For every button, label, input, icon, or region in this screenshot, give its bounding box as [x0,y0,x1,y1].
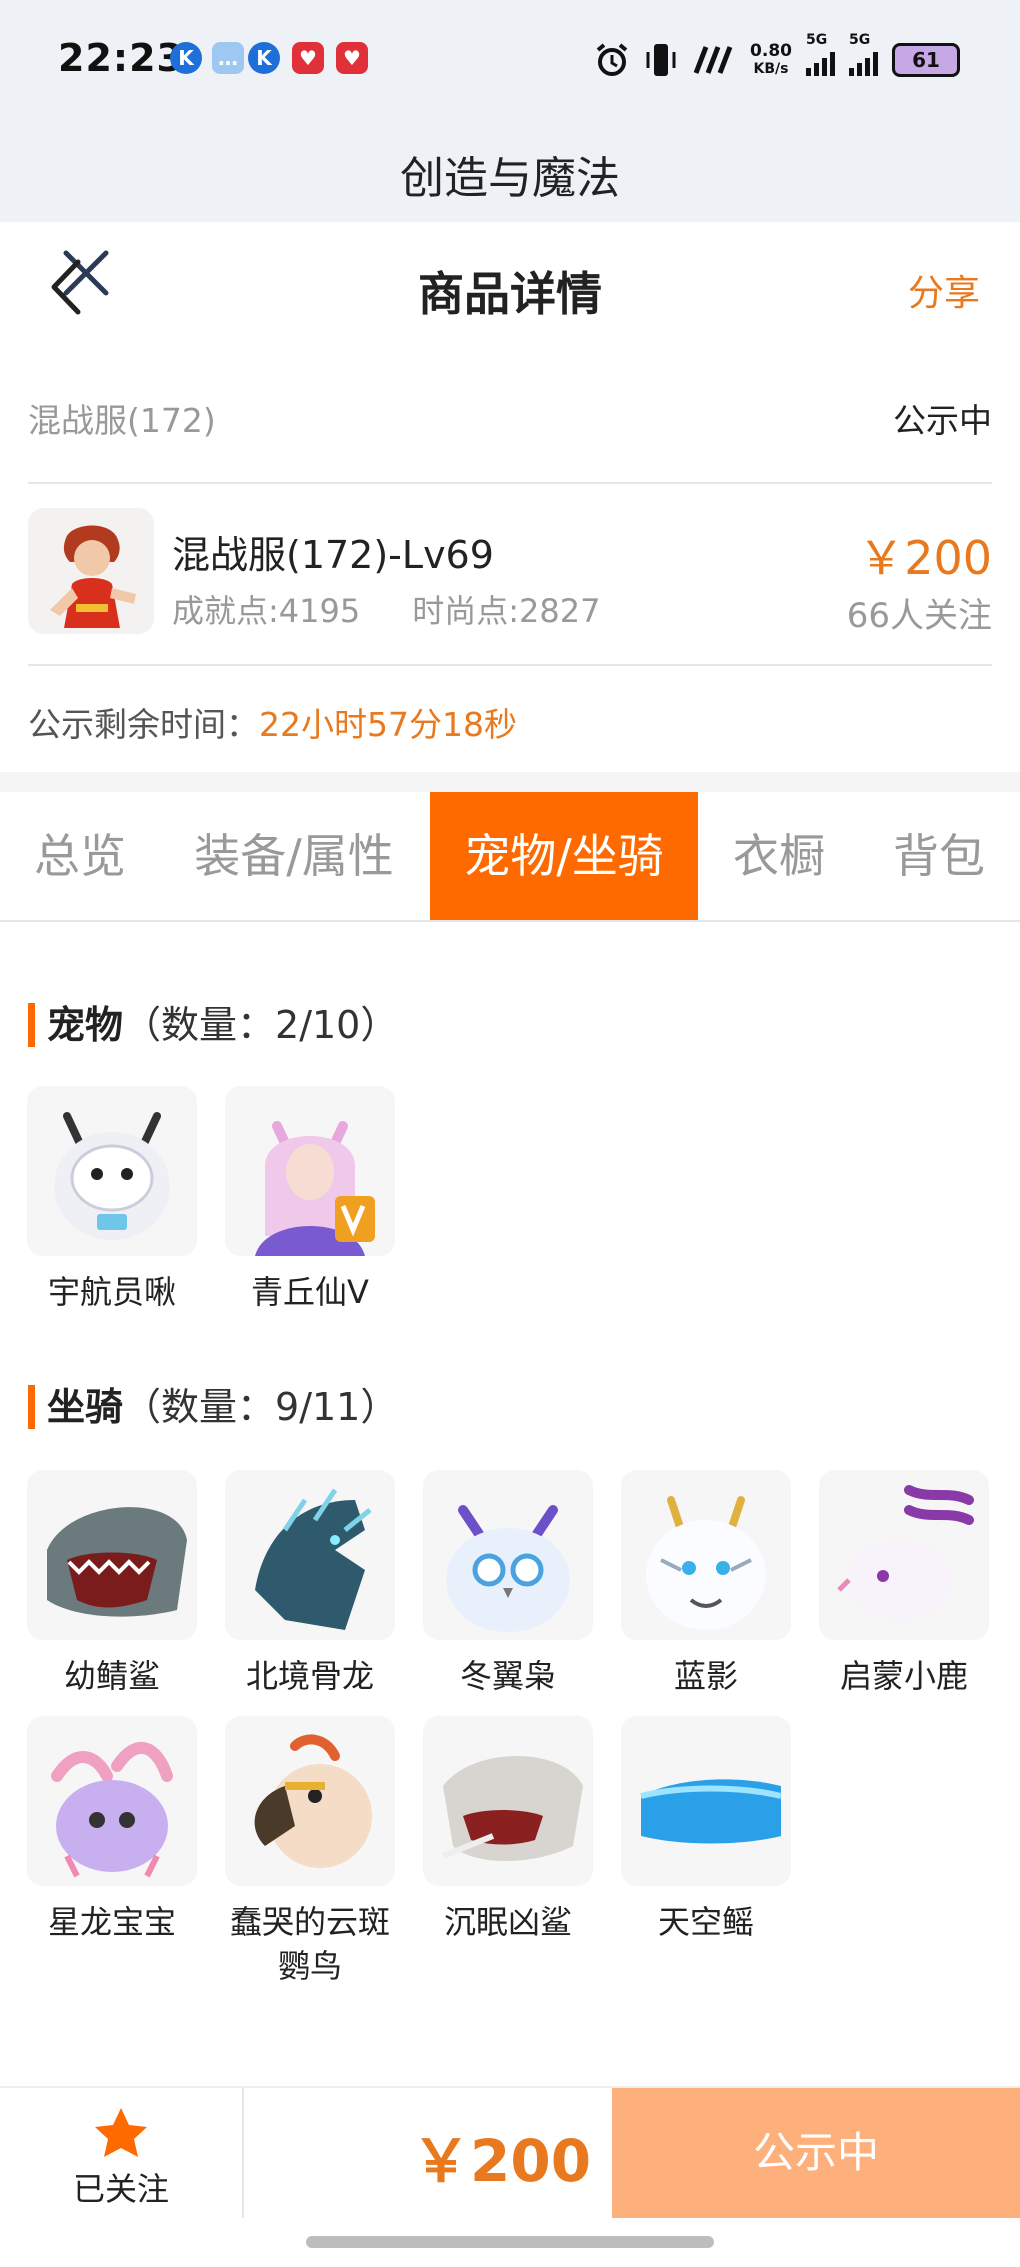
vibrate-icon [646,44,676,76]
mount-name: 冬翼枭 [459,1657,556,1695]
signal-icon [806,50,835,76]
pet-name: 宇航员啾 [47,1273,176,1311]
mount-item[interactable]: 北境骨龙 [224,1470,396,1698]
tab-backpack[interactable]: 背包 [868,792,1010,920]
nav-bar: 商品详情 分享 [0,222,1020,352]
signal-icon-2 [849,50,878,76]
page-title: 商品详情 [418,267,602,321]
bottom-action-bar: 已关注 ￥200 公示中 [0,2086,1020,2218]
status-time: 22:23 [58,36,184,80]
section-marker [28,1384,35,1429]
app-header-area: 22:23 K … K ♥ ♥ 0.80 KB/s 5G 5G 61 创造与魔法 [0,0,1020,296]
mount-name: 蓝影 [673,1657,738,1695]
product-name: 混战服(172)-Lv69 [172,533,494,577]
sim2-signal: 5G [849,32,878,81]
shopping-notification-icon-2: ♥ [336,42,368,74]
mount-name: 北境骨龙 [245,1657,374,1695]
system-indicators: 0.80 KB/s 5G 5G 61 [594,32,960,81]
mount-item[interactable]: 启蒙小鹿 [818,1470,990,1698]
mount-name: 天空鳐 [657,1903,754,1941]
server-info-row: 混战服(172) 公示中 [28,352,992,484]
app-k-notification-icon-2: K [248,42,280,74]
pet-image [225,1086,395,1256]
mount-image [225,1470,395,1640]
listing-status: 公示中 [893,401,992,440]
pet-name: 青丘仙V [251,1273,369,1311]
follow-label: 已关注 [72,2170,169,2208]
mount-item[interactable]: 蠢哭的云斑鹦鸟 [224,1716,396,1988]
mount-image [27,1716,197,1886]
mount-image [225,1716,395,1886]
server-name: 混战服(172) [28,401,216,440]
follower-count: 66人关注 [846,596,992,636]
mount-item[interactable]: 冬翼枭 [422,1470,594,1698]
mount-image [423,1470,593,1640]
detail-tabs: 总览 装备/属性 宠物/坐骑 衣橱 背包 [0,792,1020,922]
nfc-icon [693,46,733,74]
achievement-points: 成就点:4195 [172,592,361,630]
mount-name: 星龙宝宝 [47,1903,176,1941]
mount-item[interactable]: 蓝影 [620,1470,792,1698]
tab-overview[interactable]: 总览 [0,792,160,920]
public-notice-button[interactable]: 公示中 [612,2088,1020,2218]
star-icon [95,2108,147,2157]
mount-item[interactable]: 沉眠凶鲨 [422,1716,594,1944]
section-marker [28,1002,35,1047]
tab-pets-mounts[interactable]: 宠物/坐骑 [430,792,698,920]
mount-item[interactable]: 星龙宝宝 [26,1716,198,1944]
product-summary[interactable]: 混战服(172)-Lv69 成就点:4195 时尚点:2827 ￥200 66人关… [28,484,992,666]
pet-item[interactable]: 青丘仙V [224,1086,396,1314]
mount-image [27,1470,197,1640]
tab-equipment[interactable]: 装备/属性 [178,792,410,920]
mount-name: 幼鲭鲨 [63,1657,160,1695]
pets-section-title: 宠物（数量：2/10） [28,994,398,1050]
share-button[interactable]: 分享 [908,264,980,316]
app-title: 创造与魔法 [400,153,620,204]
fashion-points: 时尚点:2827 [412,592,601,630]
section-divider [0,772,1020,792]
product-stats: 成就点:4195 时尚点:2827 [172,586,652,632]
character-avatar [28,508,154,634]
mount-name: 启蒙小鹿 [839,1657,968,1695]
sim1-signal: 5G [806,32,835,81]
network-speed: 0.80 KB/s [750,41,792,77]
app-k-notification-icon: K [170,42,202,74]
mount-image [819,1470,989,1640]
shopping-notification-icon: ♥ [292,42,324,74]
countdown-label: 公示剩余时间： [28,705,259,744]
mount-image [621,1716,791,1886]
status-bar: 22:23 K … K ♥ ♥ 0.80 KB/s 5G 5G 61 [0,0,1020,120]
mount-name: 蠢哭的云斑鹦鸟 [229,1903,390,1985]
mounts-section-title: 坐骑（数量：9/11） [28,1376,398,1432]
product-price: ￥200 [858,531,992,585]
countdown-value: 22小时57分18秒 [259,705,517,744]
countdown: 公示剩余时间：22小时57分18秒 [28,698,517,746]
mount-name: 沉眠凶鲨 [443,1903,572,1941]
app-title-bar: 创造与魔法 [0,120,1020,296]
home-indicator[interactable] [306,2236,714,2248]
follow-button[interactable]: 已关注 [0,2088,244,2218]
bottom-price: ￥200 [412,2127,592,2195]
pet-image [27,1086,197,1256]
pet-item[interactable]: 宇航员啾 [26,1086,198,1314]
mount-image [423,1716,593,1886]
mount-image [621,1470,791,1640]
mount-item[interactable]: 幼鲭鲨 [26,1470,198,1698]
battery-indicator: 61 [892,43,960,77]
mount-item[interactable]: 天空鳐 [620,1716,792,1944]
chat-notification-icon: … [212,42,244,74]
alarm-icon [596,43,628,76]
tab-wardrobe[interactable]: 衣橱 [712,792,846,920]
